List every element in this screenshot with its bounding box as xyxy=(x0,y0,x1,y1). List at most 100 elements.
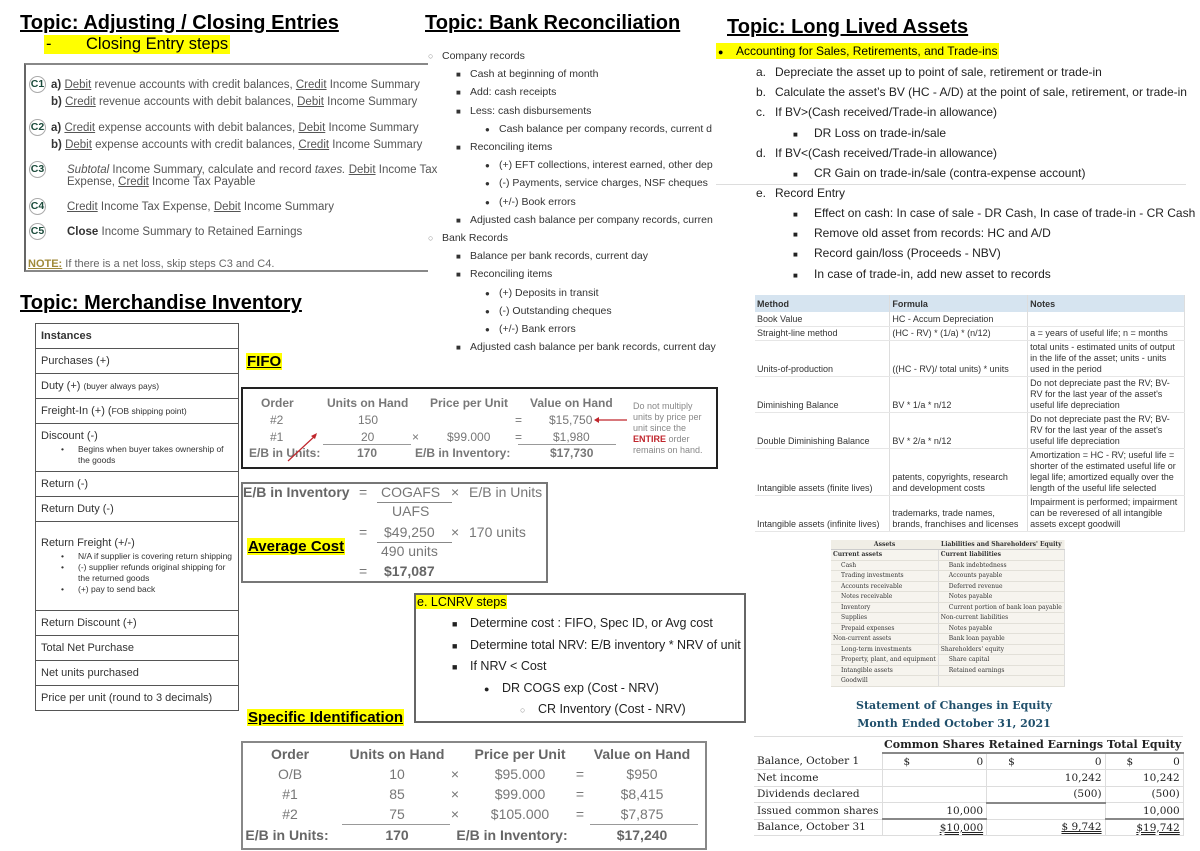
amount-value: $10,000 xyxy=(939,821,984,834)
lcnrv-item-text: CR Inventory (Cost - NRV) xyxy=(538,702,686,716)
step-badge-c1: C1 xyxy=(29,76,46,93)
account-cell: Retained earnings xyxy=(938,665,1065,676)
square-bullet-icon: ■ xyxy=(793,250,798,259)
amount-value: 10,000 xyxy=(1143,804,1180,817)
instance-label: Purchases (+) xyxy=(41,354,110,367)
account-cell: Non-current assets xyxy=(831,633,939,645)
formula-cell: (HC - RV) * (1/a) * (n/12) xyxy=(889,326,1029,341)
cell-value: $8,415 xyxy=(620,786,664,802)
account-cell: Property, plant, and equipment xyxy=(831,654,939,666)
account-cell: Non-current liabilities xyxy=(938,612,1065,624)
table-row: Return Freight (+/-) N/A if supplier is c… xyxy=(35,521,239,611)
table-row: Dividends declared (500) (500) xyxy=(754,786,1184,804)
cell-times: × xyxy=(450,806,460,822)
column-header xyxy=(754,736,883,753)
total-units-label: E/B in Units: xyxy=(245,827,329,843)
lla-item-text: Record gain/loss (Proceeds - NBV) xyxy=(814,246,1001,260)
instance-cell: Freight-In (+) (FOB shipping point) xyxy=(35,398,239,424)
closing-subtitle: - Closing Entry steps xyxy=(44,35,231,54)
instance-cell: Price per unit (round to 3 decimals) xyxy=(35,685,239,711)
bank-list-item: ■ Adjusted cash balance per bank records,… xyxy=(456,341,718,353)
lla-item-text: Calculate the asset’s BV (HC - A/D) at t… xyxy=(775,85,1187,99)
bank-item-text: Reconciling items xyxy=(470,268,553,281)
table-row: Inventory Current portion of bank loan pa… xyxy=(831,602,1065,613)
account-cell: Current liabilities xyxy=(938,549,1065,561)
instance-label: Return Duty (-) xyxy=(41,502,114,515)
bank-item-text: (+) EFT collections, interest earned, ot… xyxy=(499,159,713,172)
amount-cell: $ 9,742 xyxy=(986,819,1106,836)
amount-value: 0 xyxy=(1173,755,1180,768)
row-label: Balance, October 31 xyxy=(754,819,883,836)
bank-item-text: Balance per bank records, current day xyxy=(470,250,649,263)
column-header: Instances xyxy=(35,323,239,349)
dollar-sign: $ xyxy=(1126,755,1134,768)
table-row: Intangible assets (infinite lives) tradem… xyxy=(755,495,1185,532)
lla-list-item: ■ Remove old asset from records: HC and A… xyxy=(793,226,1051,240)
account-cell: Prepaid expenses xyxy=(831,623,939,634)
bank-list-item: ● Cash balance per company records, curre… xyxy=(485,123,718,135)
lla-topic-title: Topic: Long Lived Assets xyxy=(727,16,969,38)
bank-item-text: (+) Deposits in transit xyxy=(499,286,599,299)
account-cell: Accounts receivable xyxy=(831,581,939,592)
account-cell: Notes receivable xyxy=(831,591,939,603)
step-c1-a: a) Debit revenue accounts with credit ba… xyxy=(51,79,420,91)
table-row: Units-of-production ((HC - RV)/ total uni… xyxy=(755,340,1185,377)
table-row: Goodwill xyxy=(831,675,1065,687)
list-letter: e. xyxy=(756,186,767,200)
underline xyxy=(342,824,450,825)
amount-value: (500) xyxy=(1073,788,1102,800)
avg-eq: = xyxy=(359,484,368,500)
amount-cell: $10,000 xyxy=(882,819,988,836)
closing-subtitle-text: Closing Entry steps xyxy=(86,35,229,53)
equity-statement-heading: Statement of Changes in Equity xyxy=(856,699,1052,712)
amount-cell: 10,242 xyxy=(1105,769,1184,787)
table-row: Balance, October 1 $0 $0 $0 xyxy=(754,753,1184,770)
table-row: Current assets Current liabilities xyxy=(831,549,1065,561)
account-cell: Accounts payable xyxy=(938,570,1065,582)
account-cell: Current assets xyxy=(831,549,939,561)
table-row: Return Duty (-) xyxy=(35,496,239,522)
cell-value: $950 xyxy=(626,766,658,782)
formula-cell: patents, copyrights, research and develo… xyxy=(889,448,1029,496)
instance-cell: Return (-) xyxy=(35,471,239,497)
instance-label: Total Net Purchase xyxy=(41,641,134,654)
bank-topic-title: Topic: Bank Reconciliation xyxy=(425,12,681,34)
merch-instances-table: Instances Purchases (+) Duty (+) (buyer al… xyxy=(35,323,239,711)
divider xyxy=(716,184,1186,185)
notes-cell xyxy=(1027,312,1185,327)
cell-order: #1 xyxy=(282,786,298,802)
equity-statement-period: Month Ended October 31, 2021 xyxy=(857,717,1051,730)
step-c2-a: a) Credit expense accounts with debit ba… xyxy=(51,122,419,134)
bank-item-text: Cash balance per company records, curren… xyxy=(499,122,713,135)
account-cell xyxy=(938,675,1065,687)
cell-units: 85 xyxy=(389,786,405,802)
step-c2-b: b) Debit expense accounts with credit ba… xyxy=(51,139,423,151)
table-row: Intangible assets (finite lives) patents,… xyxy=(755,448,1185,496)
bullet-item: N/A if supplier is covering return shipp… xyxy=(41,551,233,562)
lcnrv-item: ■ Determine cost : FIFO, Spec ID, or Avg … xyxy=(452,616,713,630)
cell-order: #2 xyxy=(282,806,298,822)
table-row: Diminishing Balance BV * 1/a * n/12 Do not… xyxy=(755,376,1185,413)
square-bullet-icon: ■ xyxy=(456,215,461,225)
table-row: Notes receivable Notes payable xyxy=(831,591,1065,603)
lcnrv-item-text: Determine cost : FIFO, Spec ID, or Avg c… xyxy=(470,616,713,630)
amount-cell: (500) xyxy=(986,786,1106,804)
instance-cell: Duty (+) (buyer always pays) xyxy=(35,373,239,399)
avg-mul2: 170 units xyxy=(469,524,526,540)
bank-item-text: Bank Records xyxy=(442,232,508,244)
instance-label: Return Freight (+/-) xyxy=(41,537,135,549)
bank-list-item: ● (-) Payments, service charges, NSF cheq… xyxy=(485,177,718,189)
cell-value: $7,875 xyxy=(620,806,664,822)
bank-list-item: ■ Less: cash disbursements xyxy=(456,105,718,117)
red-arrow-left-head xyxy=(594,417,599,423)
account-cell: Bank indebtedness xyxy=(938,560,1065,571)
lla-list-item: ■ Effect on cash: In case of sale - DR Ca… xyxy=(793,206,1195,220)
amount-value: 10,242 xyxy=(1064,771,1102,784)
bank-list-item: ● (+) EFT collections, interest earned, o… xyxy=(485,159,718,171)
lla-item-text: Record Entry xyxy=(775,186,846,200)
row-label: Dividends declared xyxy=(754,786,883,803)
column-header: Formula xyxy=(889,295,1029,312)
account-cell: Share capital xyxy=(938,654,1065,666)
fifo-note: Do not multiply units by price per unit … xyxy=(633,401,703,455)
instance-label: Discount (-) xyxy=(41,429,98,442)
